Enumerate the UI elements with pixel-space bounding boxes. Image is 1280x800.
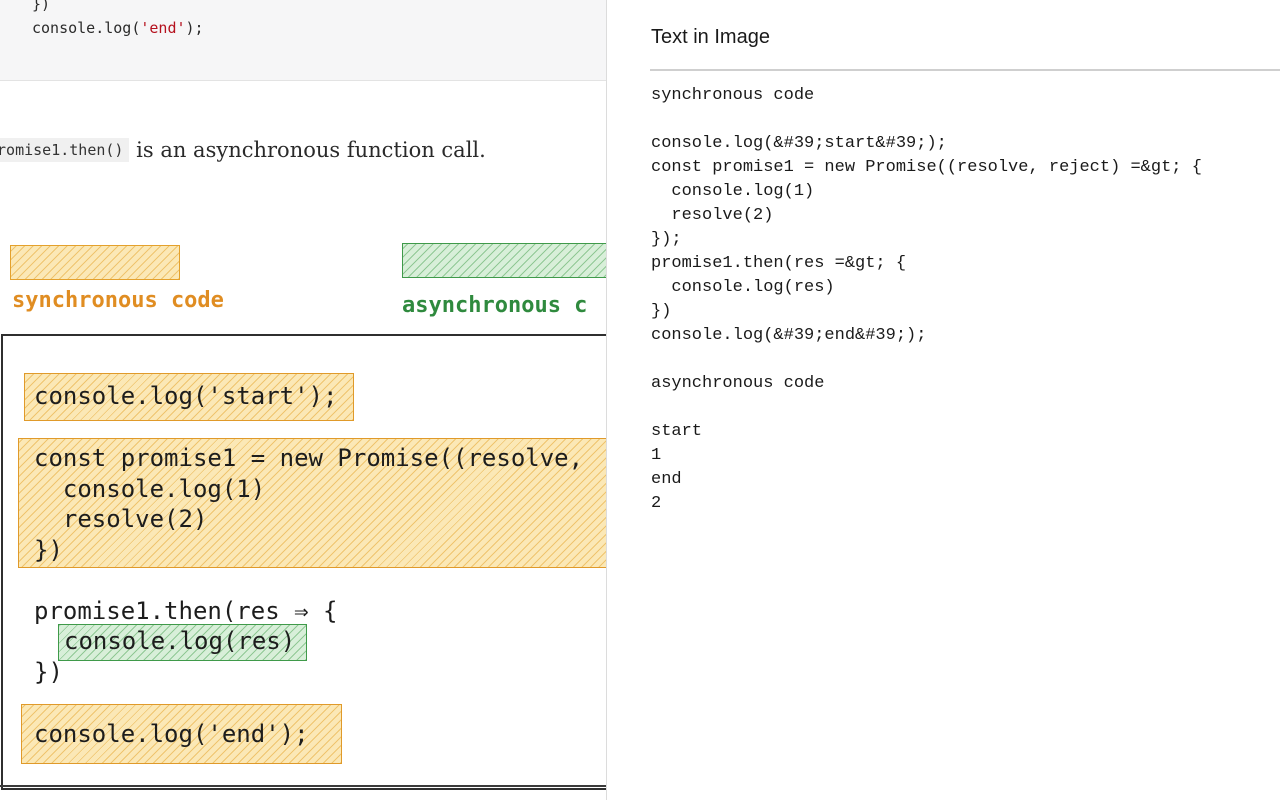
sync-legend-swatch bbox=[10, 245, 180, 280]
extracted-text-line: 1 bbox=[651, 446, 662, 465]
async-legend-label: asynchronous c bbox=[402, 293, 588, 318]
code-snippet: }) console.log('end'); bbox=[32, 0, 204, 40]
code-string: 'end' bbox=[140, 19, 186, 37]
text-in-image-panel: Text in Image synchronous code console.lo… bbox=[606, 0, 1280, 800]
extracted-text-line: promise1.then(res =&gt; { bbox=[651, 254, 907, 273]
panel-title: Text in Image bbox=[651, 26, 770, 48]
extracted-text-line: end bbox=[651, 470, 682, 489]
article-pane: }) console.log('end'); promise1.then() i… bbox=[0, 0, 606, 800]
diagram-bottom-rule bbox=[0, 785, 606, 787]
extracted-text-line: asynchronous code bbox=[651, 374, 825, 393]
extracted-text-line bbox=[651, 108, 1202, 132]
paragraph-text: is an asynchronous function call. bbox=[136, 138, 486, 162]
extracted-text-line: }); bbox=[651, 230, 682, 249]
article-paragraph: promise1.then() is an asynchronous funct… bbox=[0, 138, 486, 162]
code-call-end: ); bbox=[185, 19, 204, 37]
then-close-code: }) bbox=[34, 658, 63, 686]
extracted-text-line: const promise1 = new Promise((resolve, r… bbox=[651, 158, 1202, 177]
then-callback-code: console.log(res) bbox=[64, 627, 296, 655]
extracted-text-line bbox=[651, 396, 1202, 420]
extracted-text-line: console.log(&#39;end&#39;); bbox=[651, 326, 927, 345]
extracted-text-line bbox=[651, 348, 1202, 372]
sync-legend-label: synchronous code bbox=[12, 288, 224, 313]
end-code: console.log('end'); bbox=[34, 720, 309, 748]
extracted-text-line: console.log(&#39;start&#39;); bbox=[651, 134, 947, 153]
extracted-text-line: resolve(2) bbox=[651, 206, 774, 225]
panel-divider bbox=[650, 69, 1280, 71]
code-snippet-block: }) console.log('end'); bbox=[0, 0, 606, 81]
inline-code: promise1.then() bbox=[0, 138, 130, 162]
extracted-text-line: console.log(1) bbox=[651, 182, 815, 201]
extracted-text-line: console.log(res) bbox=[651, 278, 835, 297]
code-line-closing: }) bbox=[32, 0, 51, 13]
extracted-text-line: synchronous code bbox=[651, 86, 815, 105]
start-code: console.log('start'); bbox=[34, 382, 338, 410]
diagram-frame: console.log('start'); const promise1 = n… bbox=[1, 334, 606, 790]
promise-code: const promise1 = new Promise((resolve, c… bbox=[34, 444, 584, 564]
extracted-text-line: }) bbox=[651, 302, 672, 321]
async-diagram-image: synchronous code asynchronous c console.… bbox=[0, 232, 606, 800]
extracted-text-line: 2 bbox=[651, 494, 662, 513]
code-call: console.log( bbox=[32, 19, 141, 37]
async-legend-swatch bbox=[402, 243, 606, 278]
then-open-code: promise1.then(res ⇒ { bbox=[34, 597, 338, 625]
extracted-text-list: synchronous code console.log(&#39;start&#… bbox=[651, 84, 1202, 516]
extracted-text-line: start bbox=[651, 422, 703, 441]
